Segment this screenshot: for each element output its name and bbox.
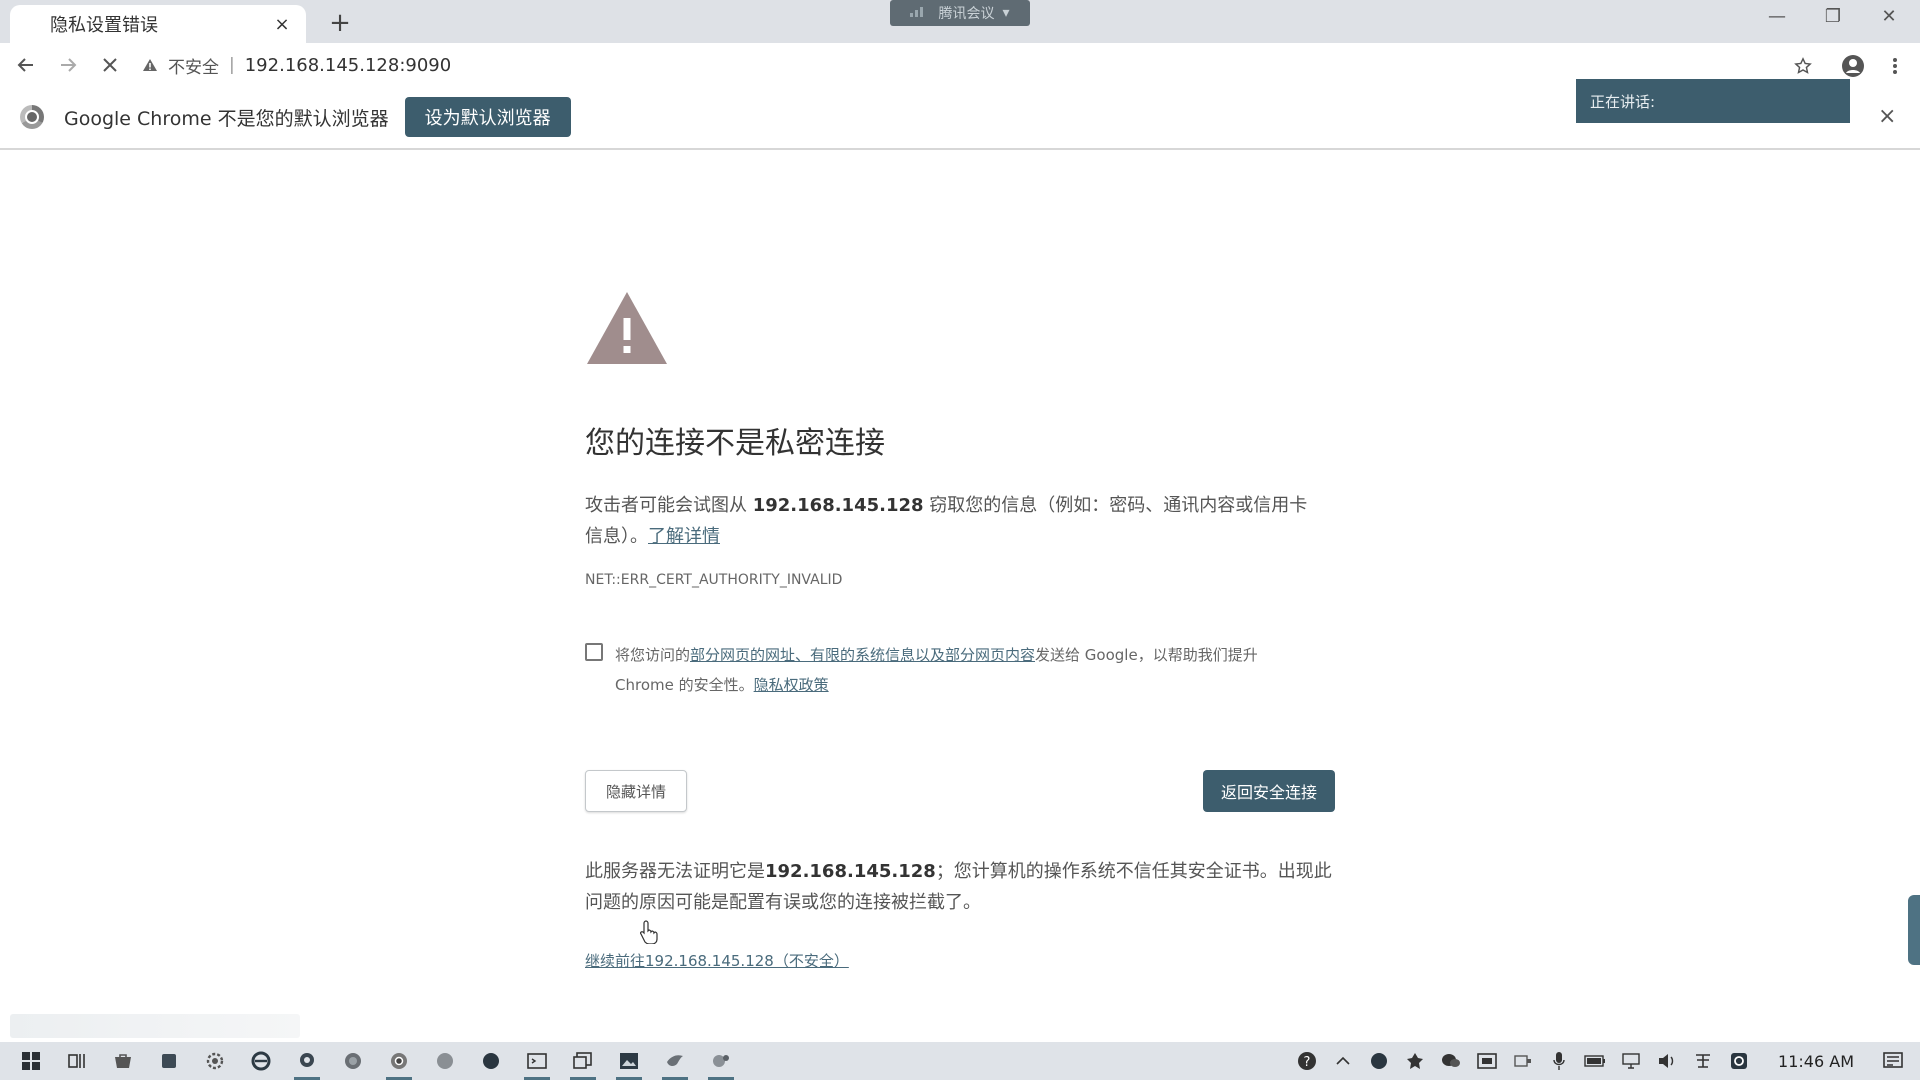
report-checkbox[interactable] <box>585 643 603 661</box>
window-close-button[interactable]: ✕ <box>1874 6 1904 27</box>
back-button[interactable] <box>10 49 42 81</box>
usb-icon[interactable] <box>1512 1050 1534 1072</box>
omnibox-separator: | <box>229 55 235 75</box>
error-code: NET::ERR_CERT_AUTHORITY_INVALID <box>585 572 843 588</box>
chevron-up-icon[interactable] <box>1332 1050 1354 1072</box>
avatar-icon <box>1842 55 1864 77</box>
action-buttons: 隐藏详情 返回安全连接 <box>585 770 1335 812</box>
task-view-icon[interactable] <box>62 1046 92 1076</box>
chevron-down-icon: ▾ <box>1002 5 1010 21</box>
meeting-app-label: 腾讯会议 <box>938 6 995 22</box>
data-description-link[interactable]: 部分网页的网址、有限的系统信息以及部分网页内容 <box>690 646 1035 664</box>
bird-app-icon[interactable] <box>660 1046 690 1080</box>
speaking-indicator-panel: 正在讲话: <box>1576 79 1850 123</box>
hand-cursor-icon <box>640 920 658 944</box>
svg-text:?: ? <box>1304 1055 1311 1070</box>
help-icon[interactable]: ? <box>1296 1050 1318 1072</box>
windows-taskbar: ? 11:46 AM <box>0 1042 1920 1080</box>
tab-active[interactable]: 隐私设置错误 × <box>10 5 306 43</box>
pin-icon[interactable] <box>1404 1050 1426 1072</box>
chat-app-icon[interactable] <box>292 1046 322 1080</box>
proceed-unsafe-link[interactable]: 继续前往192.168.145.128（不安全） <box>585 952 849 970</box>
security-status[interactable]: 不安全 <box>168 53 219 78</box>
safe-browsing-opt-in: 将您访问的部分网页的网址、有限的系统信息以及部分网页内容发送给 Google，以… <box>585 640 1335 700</box>
terminal-icon[interactable] <box>522 1046 552 1080</box>
paint-app-icon[interactable] <box>706 1046 736 1080</box>
close-icon <box>103 57 117 72</box>
meeting-app-indicator[interactable]: 腾讯会议 ▾ <box>890 0 1030 26</box>
microphone-icon[interactable] <box>1548 1050 1570 1072</box>
record-icon[interactable] <box>1368 1050 1390 1072</box>
store-icon[interactable] <box>108 1046 138 1076</box>
set-default-browser-button[interactable]: 设为默认浏览器 <box>404 97 571 137</box>
arrow-right-icon <box>61 57 77 72</box>
menu-button[interactable] <box>1880 51 1910 81</box>
windows-app-icon[interactable] <box>568 1046 598 1080</box>
warning-description: 攻击者可能会试图从 192.168.145.128 窃取您的信息（例如：密码、通… <box>585 490 1325 552</box>
tab-strip: 隐私设置错误 × + 腾讯会议 ▾ — ❐ ✕ <box>0 0 1920 43</box>
dark-circle-app-icon[interactable] <box>476 1046 506 1076</box>
tab-favicon-icon <box>24 16 40 32</box>
chrome-taskbar-icon[interactable] <box>384 1046 414 1080</box>
more-vertical-icon <box>1893 58 1897 74</box>
status-bubble <box>10 1014 300 1038</box>
notification-center-icon[interactable] <box>1882 1050 1904 1072</box>
volume-icon[interactable] <box>1656 1050 1678 1072</box>
url-text[interactable]: 192.168.145.128:9090 <box>245 55 451 76</box>
stop-button[interactable] <box>94 49 126 81</box>
restore-button[interactable]: ❐ <box>1818 6 1848 27</box>
warning-triangle-icon <box>587 292 667 364</box>
ssl-interstitial: 您的连接不是私密连接 攻击者可能会试图从 192.168.145.128 窃取您… <box>585 290 1335 971</box>
details-host: 192.168.145.128 <box>765 861 936 882</box>
settings-gear-icon[interactable] <box>200 1046 230 1076</box>
sticky-notes-icon[interactable] <box>154 1046 184 1076</box>
back-to-safety-button[interactable]: 返回安全连接 <box>1202 770 1335 812</box>
forward-button[interactable] <box>52 49 84 81</box>
learn-more-link[interactable]: 了解详情 <box>648 526 720 547</box>
bookmark-star-button[interactable] <box>1788 51 1818 81</box>
chrome-logo-icon <box>20 105 44 129</box>
new-tab-button[interactable]: + <box>325 8 355 38</box>
checkbox-prefix: 将您访问的 <box>615 646 691 664</box>
profile-button[interactable] <box>1838 51 1868 81</box>
address-bar[interactable]: 不安全 | 192.168.145.128:9090 <box>140 49 1770 81</box>
tab-close-button[interactable]: × <box>272 14 292 35</box>
vm-icon[interactable] <box>1476 1050 1498 1072</box>
signal-icon <box>910 5 930 21</box>
warning-icon <box>140 55 160 75</box>
app-tray-icon[interactable] <box>1728 1050 1750 1072</box>
infobar-close-button[interactable]: × <box>1878 104 1896 129</box>
details-text: 此服务器无法证明它是192.168.145.128；您计算机的操作系统不信任其安… <box>585 856 1345 918</box>
wechat-icon[interactable] <box>1440 1050 1462 1072</box>
side-panel-handle[interactable] <box>1908 895 1920 965</box>
edge-browser-icon[interactable] <box>246 1046 276 1076</box>
details-prefix: 此服务器无法证明它是 <box>585 861 765 882</box>
arrow-left-icon <box>17 57 33 72</box>
privacy-policy-link[interactable]: 隐私权政策 <box>754 676 829 694</box>
windows-start-icon[interactable] <box>16 1046 46 1076</box>
taskbar-clock[interactable]: 11:46 AM <box>1778 1052 1854 1071</box>
description-host: 192.168.145.128 <box>752 495 924 516</box>
ime-icon[interactable] <box>1692 1050 1714 1072</box>
hide-details-button[interactable]: 隐藏详情 <box>585 770 688 812</box>
page-title: 您的连接不是私密连接 <box>585 426 885 461</box>
star-icon <box>1794 57 1812 74</box>
page-content: 您的连接不是私密连接 攻击者可能会试图从 192.168.145.128 窃取您… <box>0 150 1920 1050</box>
network-icon[interactable] <box>1620 1050 1642 1072</box>
minimize-button[interactable]: — <box>1762 6 1792 27</box>
app-circle-icon[interactable] <box>430 1046 460 1076</box>
proceed-unsafe-row: 继续前往192.168.145.128（不安全） <box>585 950 1335 971</box>
system-tray: ? 11:46 AM <box>1296 1042 1904 1080</box>
photos-icon[interactable] <box>614 1046 644 1080</box>
tab-title: 隐私设置错误 <box>50 15 158 36</box>
checkbox-label: 将您访问的部分网页的网址、有限的系统信息以及部分网页内容发送给 Google，以… <box>615 640 1315 700</box>
infobar-message: Google Chrome 不是您的默认浏览器 <box>64 107 389 130</box>
firefox-icon[interactable] <box>338 1046 368 1076</box>
battery-icon[interactable] <box>1584 1050 1606 1072</box>
description-prefix: 攻击者可能会试图从 <box>585 495 753 516</box>
